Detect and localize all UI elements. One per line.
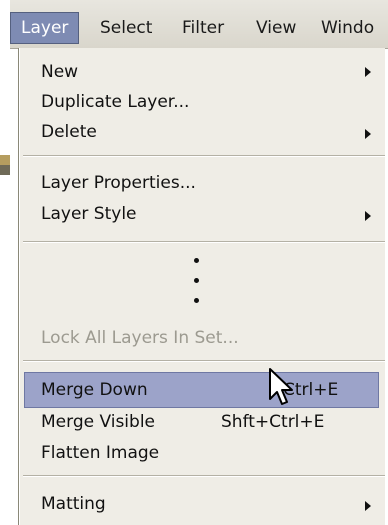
menu-window[interactable]: Windo xyxy=(311,13,384,43)
menu-select[interactable]: Select xyxy=(90,13,162,43)
mouse-pointer-icon xyxy=(269,368,293,405)
menu-item-duplicate-layer[interactable]: Duplicate Layer... xyxy=(41,86,189,118)
ellipsis-icon xyxy=(194,258,199,318)
menu-separator xyxy=(23,155,385,157)
submenu-arrow-icon xyxy=(365,67,371,77)
menu-separator xyxy=(23,475,385,477)
menu-item-merge-visible[interactable]: Merge Visible xyxy=(41,406,155,438)
shortcut-merge-visible: Shft+Ctrl+E xyxy=(221,412,325,432)
menu-filter[interactable]: Filter xyxy=(172,13,234,43)
submenu-arrow-icon xyxy=(365,501,371,511)
screenshot-edge xyxy=(0,48,10,525)
menu-item-new[interactable]: New xyxy=(41,56,78,88)
menu-item-layer-style[interactable]: Layer Style xyxy=(41,198,137,230)
menu-item-delete[interactable]: Delete xyxy=(41,116,97,148)
submenu-arrow-icon xyxy=(365,211,371,221)
edge-artifact xyxy=(0,165,10,175)
menu-view[interactable]: View xyxy=(246,13,306,43)
menu-separator xyxy=(23,241,385,243)
menu-item-merge-down[interactable]: Merge Down xyxy=(41,374,148,406)
layer-menu-dropdown: New Duplicate Layer... Delete Layer Prop… xyxy=(18,48,385,525)
menu-bar: Layer Select Filter View Windo xyxy=(10,0,388,49)
menu-separator xyxy=(23,360,385,362)
submenu-arrow-icon xyxy=(365,129,371,139)
edge-artifact xyxy=(0,155,10,165)
menu-layer[interactable]: Layer xyxy=(10,12,80,44)
menu-item-lock-all-layers: Lock All Layers In Set... xyxy=(41,328,239,348)
menu-item-matting[interactable]: Matting xyxy=(41,488,106,520)
menu-item-flatten-image[interactable]: Flatten Image xyxy=(41,437,159,469)
menu-item-layer-properties[interactable]: Layer Properties... xyxy=(41,167,196,199)
